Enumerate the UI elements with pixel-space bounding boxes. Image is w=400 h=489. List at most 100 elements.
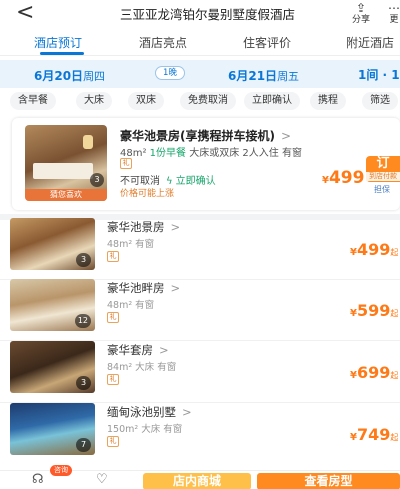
share-label: 分享 xyxy=(351,15,370,25)
room-name-text: 豪华池景房 xyxy=(107,220,165,234)
room-photo[interactable]: 12 xyxy=(10,279,95,331)
lamp-shape xyxy=(83,135,93,149)
room-price: ¥749起 xyxy=(350,425,398,444)
featured-price: ¥499 xyxy=(322,168,364,188)
room-row[interactable]: 3 豪华套房 > 84m² 大床 有窗 礼 ¥699起 xyxy=(0,341,400,403)
price-amount: 749 xyxy=(356,425,391,444)
checkout-date[interactable]: 6月21日周五 xyxy=(228,67,299,84)
more-label: 更 xyxy=(389,15,399,25)
back-chevron-icon[interactable]: < xyxy=(16,2,34,24)
more-button[interactable]: ⋯ 更 xyxy=(384,2,400,25)
currency: ¥ xyxy=(322,175,329,186)
pay-at-hotel-label: 到店付款 xyxy=(366,172,400,181)
chevron-right-icon: > xyxy=(182,405,192,419)
filter-instant-confirm[interactable]: 立即确认 xyxy=(244,92,300,110)
currency: ¥ xyxy=(350,308,357,319)
checkin-date-value: 6月20日 xyxy=(34,69,84,83)
book-button[interactable]: 订 到店付款 xyxy=(366,156,400,182)
tab-booking[interactable]: 酒店预订 xyxy=(34,34,82,51)
room-price: ¥699起 xyxy=(350,363,398,382)
room-name-text: 豪华套房 xyxy=(107,343,153,357)
chevron-right-icon: > xyxy=(159,343,169,357)
tab-bar: 酒店预订 酒店亮点 住客评价 附近酒店 xyxy=(0,30,400,56)
room-meta: 48m² 有窗 xyxy=(107,239,155,250)
room-photo[interactable]: 3 xyxy=(10,341,95,393)
nights-badge: 1晚 xyxy=(155,66,185,80)
hotel-mall-button[interactable]: 店内商城 xyxy=(143,473,251,489)
price-amount: 599 xyxy=(356,301,391,320)
tab-reviews[interactable]: 住客评价 xyxy=(243,34,291,51)
price-amount: 499 xyxy=(328,168,365,188)
heart-icon[interactable]: ♡ xyxy=(96,473,108,487)
room-name[interactable]: 豪华池景房 > xyxy=(107,219,180,235)
bottom-action-bar: ☊ 咨询 ♡ 店内商城 查看房型 xyxy=(0,465,400,489)
filter-ctrip[interactable]: 携程 xyxy=(310,92,346,110)
confirm-text: 立即确认 xyxy=(175,176,216,187)
room-photo[interactable]: 7 xyxy=(10,403,95,455)
room-row[interactable]: 7 缅甸泳池别墅 > 150m² 大床 有窗 礼 ¥749起 xyxy=(0,403,400,465)
filter-breakfast[interactable]: 含早餐 xyxy=(10,92,56,110)
filter-king-bed[interactable]: 大床 xyxy=(76,92,112,110)
page-title: 三亚亚龙湾铂尔曼别墅度假酒店 xyxy=(120,7,296,22)
share-icon: ⇪ xyxy=(355,1,367,15)
currency: ¥ xyxy=(350,370,357,381)
tab-nearby[interactable]: 附近酒店 xyxy=(346,34,394,51)
headset-icon[interactable]: ☊ xyxy=(32,473,44,487)
photo-count-badge: 3 xyxy=(76,253,91,267)
gift-icon: 礼 xyxy=(120,158,132,169)
from-label: 起 xyxy=(390,433,399,442)
featured-room-name[interactable]: 豪华池景房(享携程拼车接机) > xyxy=(120,127,291,144)
tab-active-indicator xyxy=(40,52,84,55)
room-photo[interactable]: 3 xyxy=(10,218,95,270)
photo-count-badge: 3 xyxy=(76,376,91,390)
chevron-right-icon: > xyxy=(170,281,181,295)
view-rooms-button[interactable]: 查看房型 xyxy=(257,473,400,489)
breakfast: 1份早餐 xyxy=(149,148,187,159)
from-label: 起 xyxy=(390,309,399,318)
featured-room-name-text: 豪华池景房(享携程拼车接机) xyxy=(120,129,275,143)
photo-count-badge: 12 xyxy=(74,314,91,328)
room-guest-count[interactable]: 1间 · 1 xyxy=(358,66,400,83)
bed-shape xyxy=(33,163,93,179)
room-name-text: 缅甸泳池别墅 xyxy=(107,405,176,419)
filter-twin-bed[interactable]: 双床 xyxy=(128,92,164,110)
room-name[interactable]: 豪华池畔房 > xyxy=(107,280,180,296)
guests: 2人入住 xyxy=(242,148,279,159)
featured-room-card[interactable]: 3 猜您喜欢 豪华池景房(享携程拼车接机) > 48m² 1份早餐 大床或双床 2… xyxy=(12,118,400,210)
gift-icon: 礼 xyxy=(107,436,119,447)
bed-type: 大床或双床 xyxy=(189,148,240,159)
from-label: 起 xyxy=(390,248,399,257)
guarantee-label: 担保 xyxy=(374,185,390,194)
photo-count-badge: 3 xyxy=(90,173,104,187)
room-name[interactable]: 缅甸泳池别墅 > xyxy=(107,404,192,420)
featured-room-photo[interactable]: 3 猜您喜欢 xyxy=(25,125,107,201)
price-rise-note: 价格可能上涨 xyxy=(120,189,175,199)
room-name[interactable]: 豪华套房 > xyxy=(107,342,169,358)
room-row[interactable]: 12 豪华池畔房 > 48m² 有窗 礼 ¥599起 xyxy=(0,279,400,341)
price-amount: 499 xyxy=(356,240,391,259)
recommend-tag: 猜您喜欢 xyxy=(25,189,107,201)
gift-icon: 礼 xyxy=(107,251,119,262)
cancel-policy: 不可取消 ϟ 立即确认 xyxy=(120,172,216,187)
gift-icon: 礼 xyxy=(107,312,119,323)
filter-free-cancel[interactable]: 免费取消 xyxy=(180,92,236,110)
room-row[interactable]: 3 豪华池景房 > 48m² 有窗 礼 ¥499起 xyxy=(0,218,400,280)
consult-badge: 咨询 xyxy=(50,465,72,476)
gift-icon: 礼 xyxy=(107,374,119,385)
filter-bar: 含早餐 大床 双床 免费取消 立即确认 携程 筛选 xyxy=(0,92,400,114)
from-label: 起 xyxy=(390,371,399,380)
window: 有窗 xyxy=(281,148,302,159)
checkin-weekday: 周四 xyxy=(83,70,106,83)
filter-more[interactable]: 筛选 xyxy=(362,92,398,110)
room-meta: 48m² 有窗 xyxy=(107,300,155,311)
tab-highlights[interactable]: 酒店亮点 xyxy=(139,34,187,51)
room-meta: 150m² 大床 有窗 xyxy=(107,424,183,435)
checkin-date[interactable]: 6月20日周四 xyxy=(34,67,105,84)
share-button[interactable]: ⇪ 分享 xyxy=(348,2,374,25)
date-bar[interactable]: 6月20日周四 1晚 6月21日周五 1间 · 1 xyxy=(0,60,400,88)
room-price: ¥499起 xyxy=(350,240,398,259)
checkout-date-value: 6月21日 xyxy=(228,69,278,83)
room-meta: 84m² 大床 有窗 xyxy=(107,362,177,373)
featured-room-meta: 48m² 1份早餐 大床或双床 2人入住 有窗 xyxy=(120,144,302,159)
room-price: ¥599起 xyxy=(350,301,398,320)
